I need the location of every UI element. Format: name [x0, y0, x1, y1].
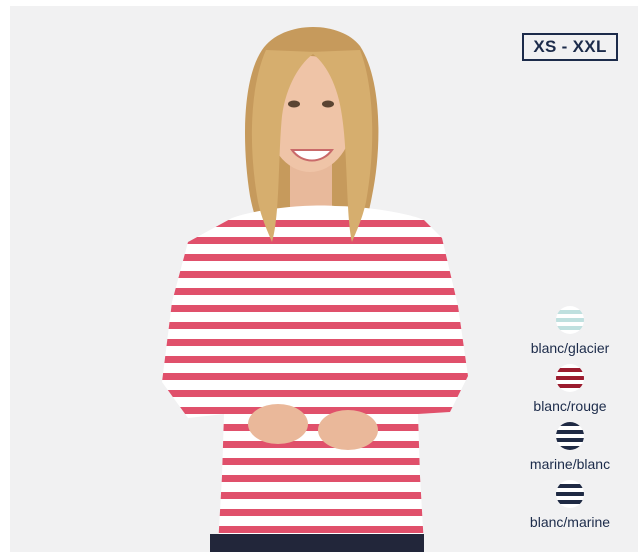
shirt-stripe [162, 271, 468, 278]
product-stage: XS - XXL blanc/glacier blanc/rouge marin… [10, 6, 638, 552]
shirt-stripe [162, 322, 468, 329]
swatch-stripe [556, 330, 584, 334]
swatch-icon [556, 480, 584, 508]
shirt-stripe [162, 254, 468, 261]
shirt-stripe [162, 220, 468, 227]
swatch-icon [556, 364, 584, 392]
color-swatch-marine-blanc[interactable]: marine/blanc [510, 422, 630, 478]
shirt-stripe [162, 407, 468, 414]
shirt-stripe [162, 390, 468, 397]
swatch-label: blanc/marine [529, 514, 611, 530]
color-swatch-blanc-rouge[interactable]: blanc/rouge [510, 364, 630, 420]
size-range-label: XS - XXL [533, 37, 607, 56]
shirt-stripe [162, 373, 468, 380]
pants [210, 534, 424, 552]
shirt-stripe [162, 356, 468, 363]
shirt-stripe [162, 424, 468, 431]
shirt-stripe [162, 441, 468, 448]
size-range-badge: XS - XXL [522, 33, 618, 61]
shirt-stripe [162, 288, 468, 295]
left-eye [288, 100, 300, 108]
shirt-stripe [162, 526, 468, 533]
shirt-stripe [162, 509, 468, 516]
shirt-stripe [162, 305, 468, 312]
swatch-stripe [556, 388, 584, 392]
swatch-stripe [556, 446, 584, 450]
shirt-stripe [162, 237, 468, 244]
shirt-stripe [162, 475, 468, 482]
swatch-icon [556, 306, 584, 334]
swatch-stripe [556, 504, 584, 508]
color-swatch-blanc-glacier[interactable]: blanc/glacier [510, 306, 630, 362]
swatch-label: marine/blanc [529, 456, 611, 472]
shirt-stripe [162, 458, 468, 465]
shirt-stripe [162, 339, 468, 346]
left-hand [248, 404, 308, 444]
shirt-stripe [162, 492, 468, 499]
swatch-icon [556, 422, 584, 450]
right-hand [318, 410, 378, 450]
color-swatch-blanc-marine[interactable]: blanc/marine [510, 480, 630, 536]
right-eye [322, 100, 334, 108]
swatch-label: blanc/rouge [533, 398, 607, 414]
swatch-label: blanc/glacier [530, 340, 610, 356]
